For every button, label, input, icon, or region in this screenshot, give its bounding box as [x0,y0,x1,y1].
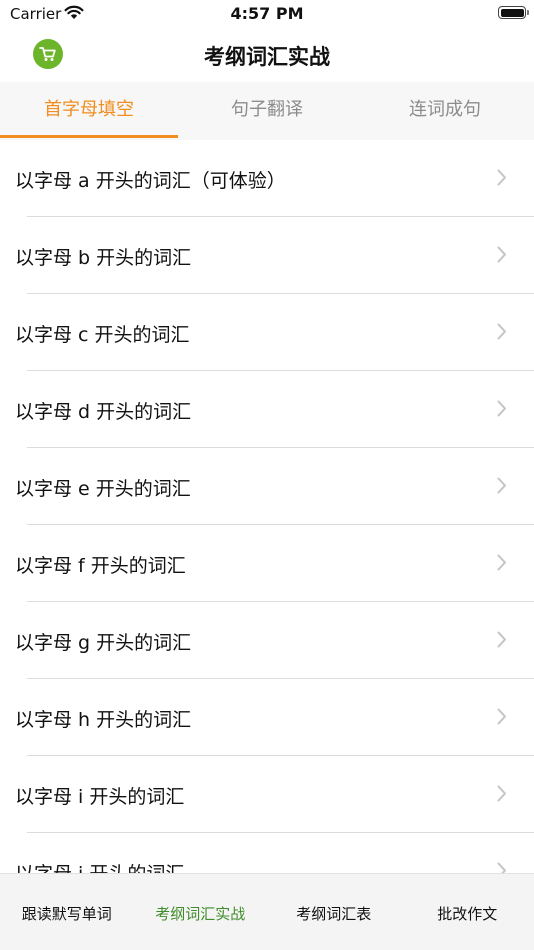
list-item[interactable]: 以字母 g 开头的词汇 [0,602,534,679]
list-item-label: 以字母 b 开头的词汇 [15,247,192,269]
tab-word-ordering[interactable]: 连词成句 [356,82,534,140]
tabbar-item-essay-grading[interactable]: 批改作文 [401,874,534,950]
tabbar-item-label: 考纲词汇表 [296,905,372,923]
tabbar-item-label: 跟读默写单词 [21,905,112,923]
tab-sentence-translation[interactable]: 句子翻译 [178,82,356,140]
tabbar-item-read-dictate[interactable]: 跟读默写单词 [0,874,134,950]
list-item[interactable]: 以字母 d 开头的词汇 [0,371,534,448]
chevron-right-icon [497,169,506,186]
list-item[interactable]: 以字母 f 开头的词汇 [0,525,534,602]
chevron-right-icon [497,708,506,725]
tab-label: 首字母填空 [44,99,134,120]
chevron-right-icon [497,477,506,494]
tabbar-item-label: 考纲词汇实战 [155,905,246,923]
list-item[interactable]: 以字母 c 开头的词汇 [0,294,534,371]
chevron-right-icon [497,246,506,263]
list-item-label: 以字母 c 开头的词汇 [15,324,190,346]
status-time: 4:57 PM [230,4,304,23]
list-item[interactable]: 以字母 a 开头的词汇（可体验） [0,140,534,217]
chevron-right-icon [497,862,506,873]
tab-label: 句子翻译 [231,99,303,120]
list-item[interactable]: 以字母 b 开头的词汇 [0,217,534,294]
chevron-right-icon [497,554,506,571]
list-item-label: 以字母 i 开头的词汇 [15,786,185,808]
chevron-right-icon [497,400,506,417]
list-item[interactable]: 以字母 i 开头的词汇 [0,756,534,833]
list-item[interactable]: 以字母 e 开头的词汇 [0,448,534,525]
list-item[interactable]: 以字母 h 开头的词汇 [0,679,534,756]
bottom-tab-bar: 跟读默写单词 考纲词汇实战 考纲词汇表 批改作文 [0,873,534,950]
vocabulary-list[interactable]: 以字母 a 开头的词汇（可体验） 以字母 b 开头的词汇 以字母 c 开头的词汇… [0,140,534,873]
list-item-label: 以字母 g 开头的词汇 [15,632,192,654]
status-bar: Carrier 4:57 PM [0,0,534,28]
list-item-label: 以字母 d 开头的词汇 [15,401,192,423]
list-item-label: 以字母 f 开头的词汇 [15,555,186,577]
active-tab-indicator [0,135,178,138]
tab-label: 连词成句 [409,99,481,120]
page-title: 考纲词汇实战 [204,45,330,69]
list-item-label: 以字母 e 开头的词汇 [15,478,191,500]
battery-icon [498,6,529,19]
list-item-label: 以字母 j 开头的词汇 [15,859,184,873]
chevron-right-icon [497,323,506,340]
chevron-right-icon [497,631,506,648]
tabbar-item-vocab-practice[interactable]: 考纲词汇实战 [134,874,268,950]
segment-tabs: 首字母填空 句子翻译 连词成句 [0,82,534,140]
tabbar-item-label: 批改作文 [437,905,498,923]
navigation-bar: 考纲词汇实战 [0,28,534,82]
tab-initial-letter-fill[interactable]: 首字母填空 [0,82,178,140]
tabbar-item-vocab-list[interactable]: 考纲词汇表 [267,874,401,950]
list-item-label: 以字母 a 开头的词汇（可体验） [15,170,286,192]
list-item[interactable]: 以字母 j 开头的词汇 [0,833,534,873]
chevron-right-icon [497,785,506,802]
list-item-label: 以字母 h 开头的词汇 [15,709,192,731]
